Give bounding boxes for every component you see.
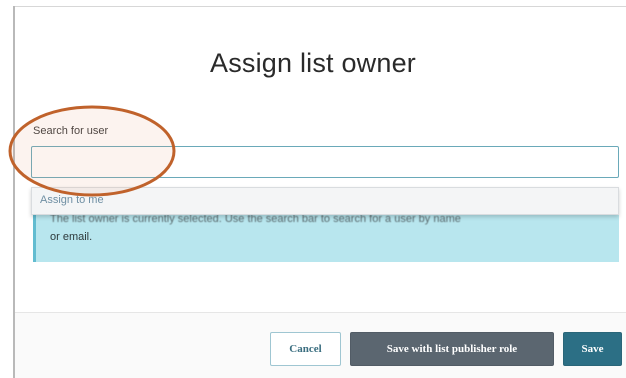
info-message-line-2: or email. xyxy=(50,231,93,243)
save-button[interactable]: Save xyxy=(563,332,622,366)
dialog-top-border xyxy=(13,6,626,7)
search-label: Search for user xyxy=(33,125,109,137)
dialog-title: Assign list owner xyxy=(210,48,416,78)
cancel-button[interactable]: Cancel xyxy=(270,332,341,366)
search-user-input[interactable] xyxy=(31,146,619,178)
modal-dialog: Assign list owner Search for user The li… xyxy=(0,0,626,378)
search-suggestions-dropdown: Assign to me xyxy=(31,187,619,215)
save-with-publisher-role-button[interactable]: Save with list publisher role xyxy=(350,332,554,366)
assign-to-me-option[interactable]: Assign to me xyxy=(40,194,104,206)
